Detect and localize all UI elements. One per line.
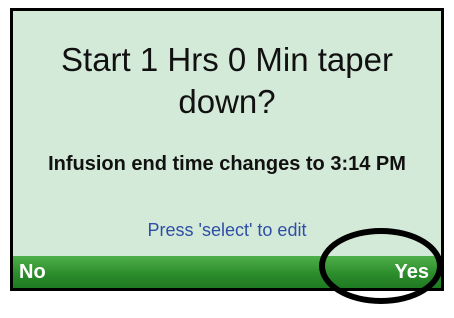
softkey-bar: No Yes bbox=[13, 256, 441, 288]
infusion-end-time-message: Infusion end time changes to 3:14 PM bbox=[48, 153, 406, 175]
dialog-title: Start 1 Hrs 0 Min taper down? bbox=[61, 41, 393, 120]
pump-screen: Start 1 Hrs 0 Min taper down? Infusion e… bbox=[13, 11, 441, 288]
screenshot-stage: Start 1 Hrs 0 Min taper down? Infusion e… bbox=[0, 0, 454, 318]
no-softkey[interactable]: No bbox=[19, 256, 46, 288]
yes-softkey[interactable]: Yes bbox=[395, 256, 429, 288]
edit-hint: Press 'select' to edit bbox=[147, 220, 307, 240]
